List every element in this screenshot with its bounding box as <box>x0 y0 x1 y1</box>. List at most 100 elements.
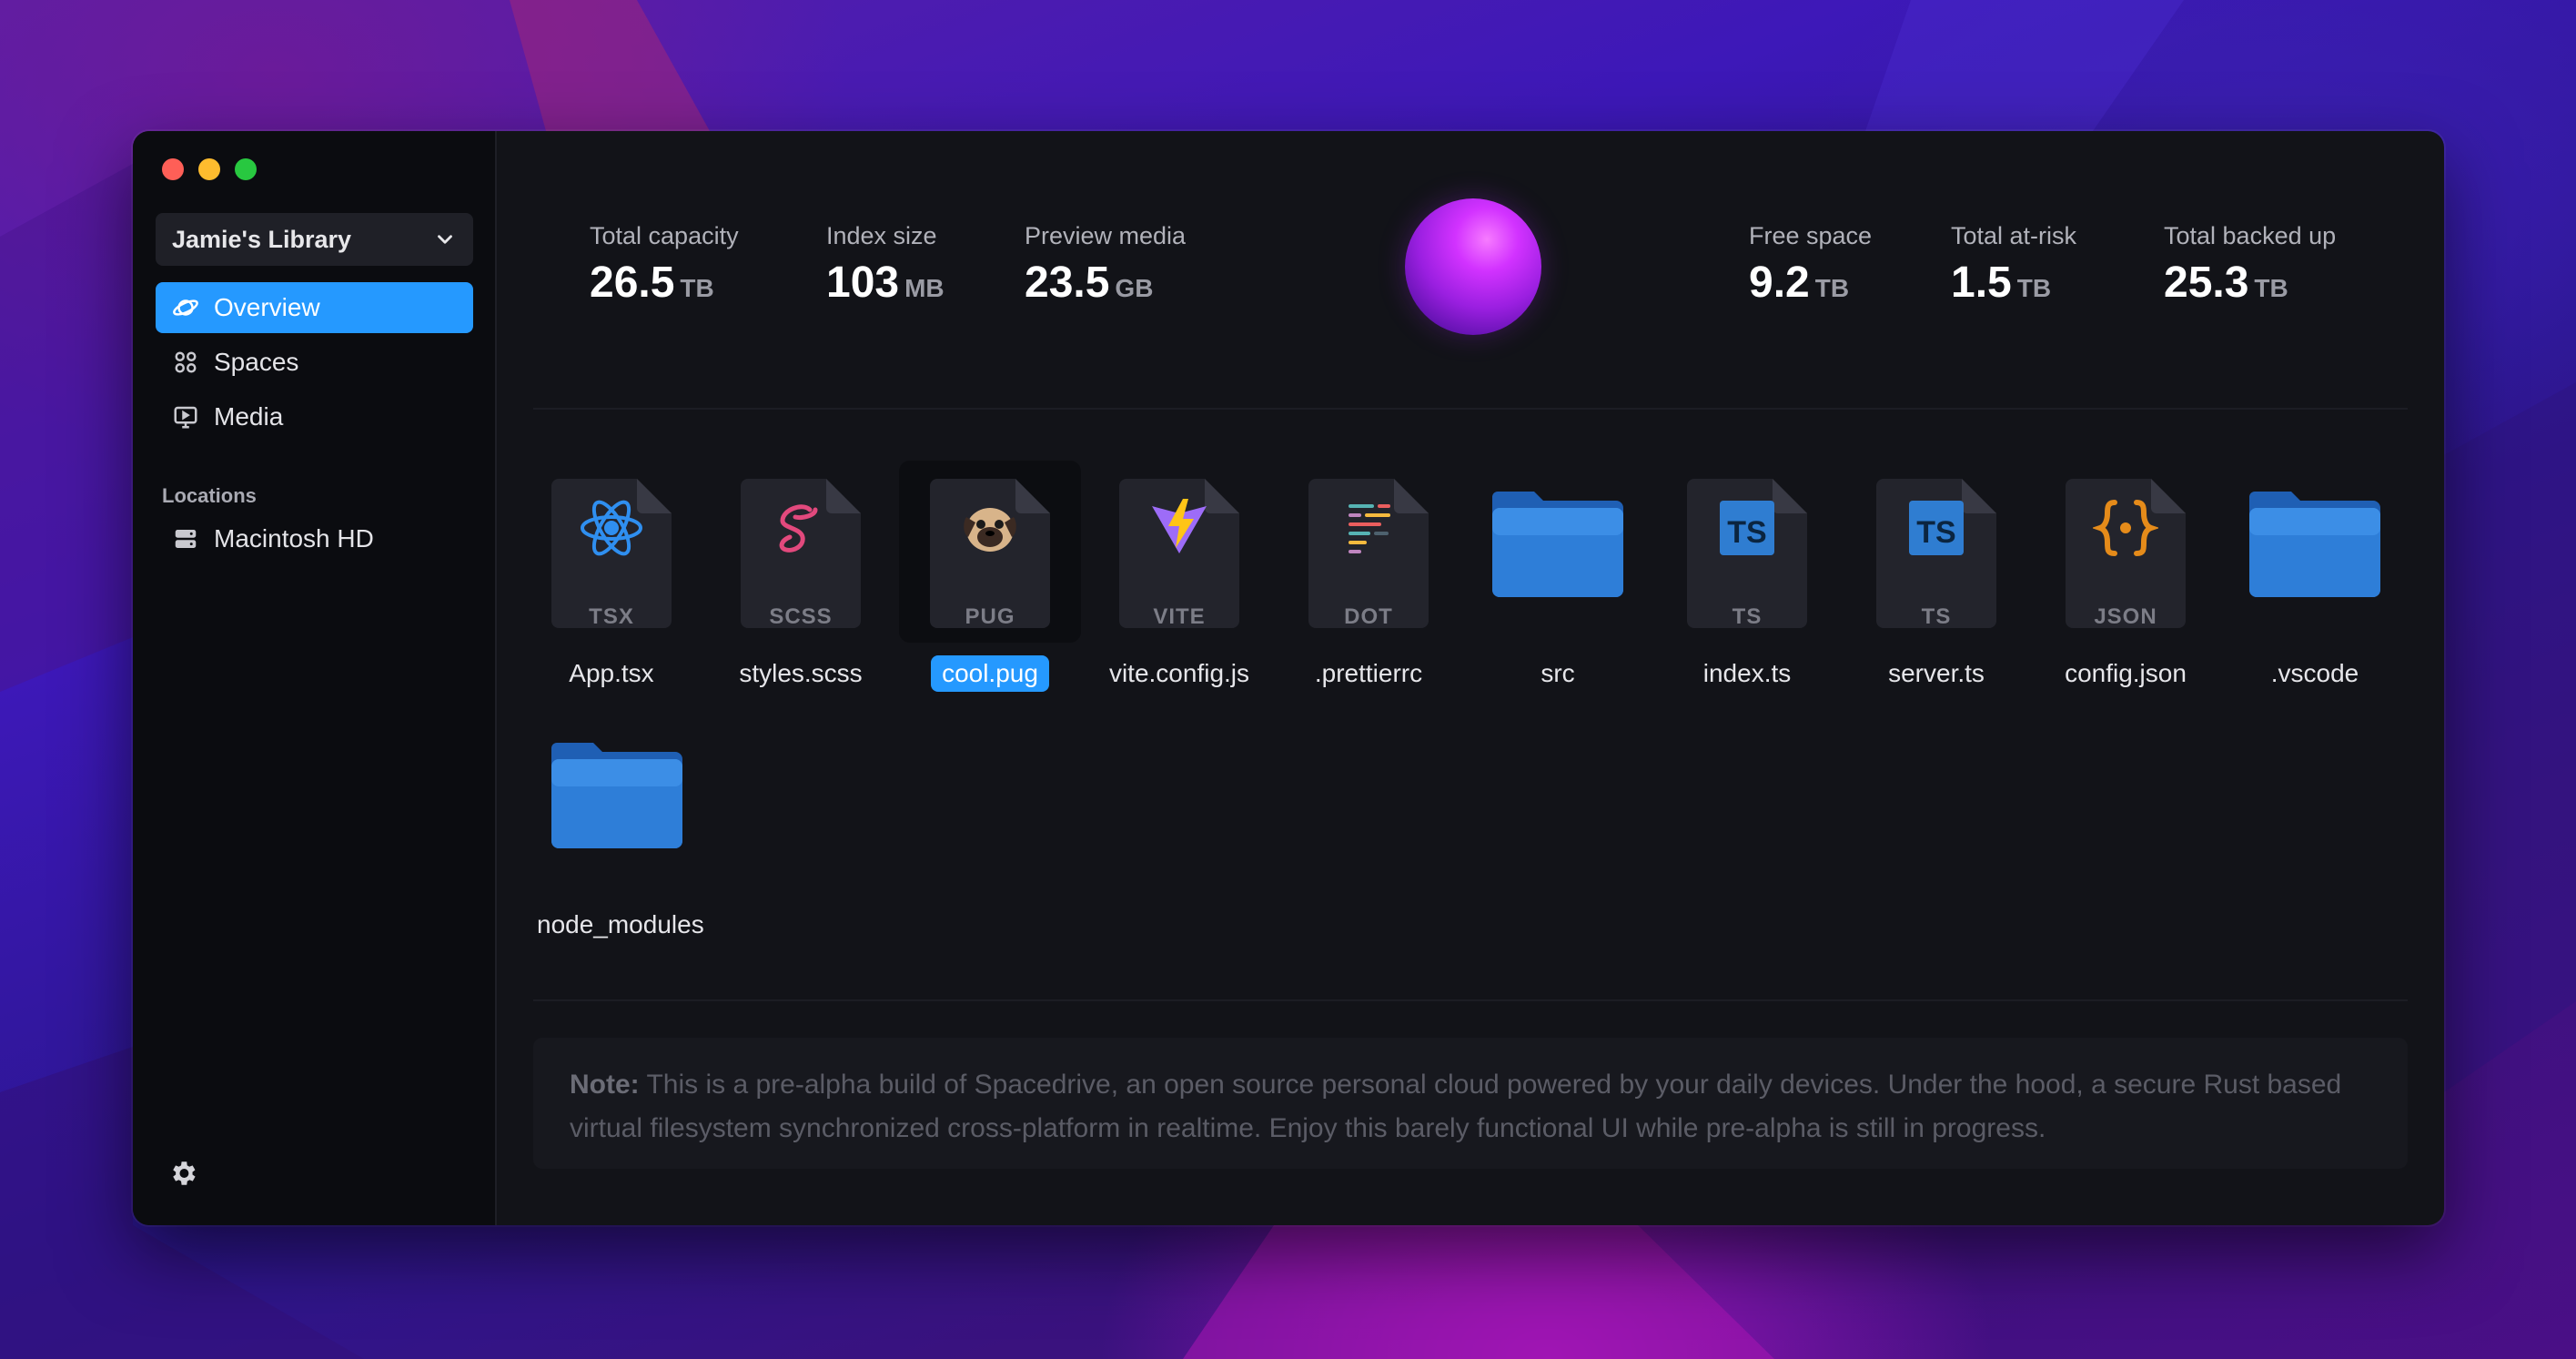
file-item-server-ts[interactable]: TS TS server.ts <box>1845 461 2027 692</box>
sidebar-item-label: Media <box>214 402 284 431</box>
location-label: Macintosh HD <box>214 524 374 553</box>
locations-list: Macintosh HD <box>156 513 473 568</box>
file-thumbnail <box>2224 461 2406 643</box>
sidebar-item-overview[interactable]: Overview <box>156 282 473 333</box>
file-kind-label: TS <box>1921 604 1952 629</box>
file-thumbnail: TS TS <box>1656 461 1838 643</box>
file-thumbnail: JSON <box>2035 461 2217 643</box>
file-thumbnail: PUG <box>899 461 1081 643</box>
stat-label: Free space <box>1749 222 1873 249</box>
file-item-styles-scss[interactable]: SCSS styles.scss <box>710 461 892 692</box>
spacedrive-orb-logo <box>1405 198 1541 335</box>
stat-unit: GB <box>1115 274 1154 302</box>
prettier-icon <box>1349 504 1390 553</box>
typescript-icon: TS <box>1909 501 1964 555</box>
file-kind-label: DOT <box>1344 604 1393 629</box>
sidebar-nav: Overview Spaces Media <box>156 282 473 446</box>
stat-total-capacity: Total capacity 26.5 TB <box>590 222 739 308</box>
file-thumbnail <box>1467 461 1649 643</box>
stat-label: Total backed up <box>2164 222 2337 249</box>
stat-value-row: 103 MB <box>826 258 945 308</box>
sidebar: Jamie's Library Overview Spaces Media Lo… <box>133 131 497 1225</box>
folder-icon <box>551 743 682 848</box>
file-name: src <box>1541 659 1575 687</box>
file-name: App.tsx <box>569 659 654 687</box>
file-name: server.ts <box>1888 659 1985 687</box>
file-name: cool.pug <box>931 655 1049 692</box>
file-thumbnail <box>526 712 708 894</box>
svg-text:TS: TS <box>1727 515 1766 550</box>
stat-total-backed-up: Total backed up 25.3 TB <box>2164 222 2336 308</box>
window-controls <box>162 158 257 180</box>
stat-value: 23.5 <box>1025 259 1110 307</box>
folder-icon <box>2249 492 2380 597</box>
stat-value-row: 1.5 TB <box>1951 258 2076 308</box>
file-name: .vscode <box>2270 659 2359 687</box>
stat-value: 9.2 <box>1749 259 1810 307</box>
stat-label: Preview media <box>1025 222 1187 249</box>
file-thumbnail: SCSS <box>710 461 892 643</box>
file-item-app-tsx[interactable]: TSX App.tsx <box>520 461 702 692</box>
stat-value-row: 9.2 TB <box>1749 258 1872 308</box>
file-item-src-folder[interactable]: src <box>1467 461 1649 692</box>
file-name: config.json <box>2065 659 2187 687</box>
stat-value: 25.3 <box>2164 259 2249 307</box>
file-kind-label: VITE <box>1153 604 1206 629</box>
stat-value: 103 <box>826 259 900 307</box>
file-kind-label: JSON <box>2094 604 2157 629</box>
stat-unit: TB <box>2254 274 2288 302</box>
file-item-prettierrc[interactable]: DOT .prettierrc <box>1278 461 1460 692</box>
json-icon <box>2093 500 2158 556</box>
file-item-index-ts[interactable]: TS TS index.ts <box>1656 461 1838 692</box>
sass-icon <box>779 504 818 553</box>
grid-icon <box>175 351 197 373</box>
file-kind-label: PUG <box>965 604 1015 629</box>
file-name: styles.scss <box>739 659 863 687</box>
stat-label: Index size <box>826 222 937 249</box>
location-item-macintosh-hd[interactable]: Macintosh HD <box>156 513 473 564</box>
vite-icon <box>1152 499 1207 553</box>
sidebar-item-media[interactable]: Media <box>156 391 473 442</box>
locations-heading: Locations <box>162 484 257 507</box>
file-thumbnail: DOT <box>1278 461 1460 643</box>
file-item-vite-config[interactable]: VITE vite.config.js <box>1088 461 1270 692</box>
file-item-node-modules-folder[interactable]: node_modules <box>526 712 708 943</box>
svg-text:TS: TS <box>1916 515 1955 550</box>
file-name: .prettierrc <box>1314 659 1423 687</box>
main-panel: Total capacity 26.5 TB Index size 103 MB P… <box>497 131 2444 1225</box>
sidebar-item-spaces[interactable]: Spaces <box>156 337 473 388</box>
stat-value-row: 23.5 GB <box>1025 258 1186 308</box>
note-prefix: Note: <box>570 1070 640 1100</box>
typescript-icon: TS <box>1720 501 1774 555</box>
close-window-button[interactable] <box>162 158 184 180</box>
file-item-vscode-folder[interactable]: .vscode <box>2224 461 2406 692</box>
minimize-window-button[interactable] <box>198 158 220 180</box>
stat-free-space: Free space 9.2 TB <box>1749 222 1872 308</box>
divider <box>533 408 2408 410</box>
sidebar-item-label: Spaces <box>214 348 299 376</box>
maximize-window-button[interactable] <box>235 158 257 180</box>
divider <box>533 999 2408 1001</box>
stat-preview-media: Preview media 23.5 GB <box>1025 222 1186 308</box>
file-thumbnail: TS TS <box>1845 461 2027 643</box>
folder-icon <box>1492 492 1623 597</box>
drive-icon <box>175 530 197 548</box>
file-thumbnail: TSX <box>520 461 702 643</box>
monitor-play-icon <box>174 406 197 429</box>
stat-value-row: 26.5 TB <box>590 258 739 308</box>
stat-value-row: 25.3 TB <box>2164 258 2336 308</box>
stat-value: 26.5 <box>590 259 675 307</box>
gear-icon[interactable] <box>167 1158 198 1189</box>
stat-index-size: Index size 103 MB <box>826 222 945 308</box>
chevron-down-icon <box>438 235 452 244</box>
file-item-cool-pug[interactable]: PUG cool.pug <box>899 461 1081 692</box>
stat-unit: TB <box>1814 274 1850 302</box>
file-kind-label: SCSS <box>769 604 833 629</box>
stat-label: Total at-risk <box>1951 222 2077 249</box>
stat-unit: TB <box>680 274 714 302</box>
library-selector[interactable]: Jamie's Library <box>156 213 473 266</box>
pre-alpha-note: Note: This is a pre-alpha build of Space… <box>533 1038 2408 1169</box>
stats-bar: Total capacity 26.5 TB Index size 103 MB P… <box>497 198 2444 335</box>
file-name: vite.config.js <box>1108 659 1250 687</box>
file-item-config-json[interactable]: JSON config.json <box>2035 461 2217 692</box>
